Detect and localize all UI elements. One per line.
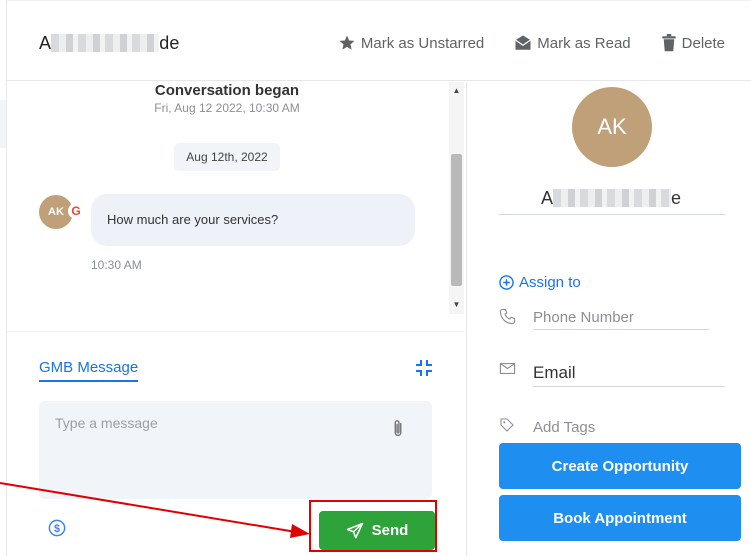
message-composer: GMB Message $ Send xyxy=(7,333,465,556)
assign-to-button[interactable]: Assign to xyxy=(499,274,581,291)
contact-panel-name[interactable]: Ae xyxy=(541,188,681,209)
send-highlight-box: Send xyxy=(309,500,437,552)
message-bubble: How much are your services? xyxy=(91,194,415,246)
phone-field-row xyxy=(499,306,709,330)
mark-unstarred-label: Mark as Unstarred xyxy=(360,34,485,52)
create-opportunity-button[interactable]: Create Opportunity xyxy=(499,443,741,489)
contact-name: Ade xyxy=(39,33,180,54)
assign-to-label: Assign to xyxy=(519,274,581,291)
tag-icon xyxy=(499,415,533,438)
star-icon xyxy=(339,35,355,50)
scroll-up-arrow-icon[interactable]: ▲ xyxy=(449,84,464,98)
phone-icon xyxy=(499,306,533,330)
message-list: Conversation began Fri, Aug 12 2022, 10:… xyxy=(7,82,449,332)
redacted-name-blur xyxy=(51,34,160,52)
header-actions: Mark as Unstarred Mark as Read Delete xyxy=(338,34,725,52)
contact-name-end: de xyxy=(159,33,180,53)
contact-panel-name-end: e xyxy=(671,188,682,208)
name-underline xyxy=(499,214,725,215)
conversation-began-title: Conversation began xyxy=(154,82,300,99)
plus-circle-icon xyxy=(499,275,514,290)
left-panel-strip xyxy=(0,100,6,148)
conversation-began-date: Fri, Aug 12 2022, 10:30 AM xyxy=(154,101,300,115)
svg-text:$: $ xyxy=(54,523,60,535)
phone-number-input[interactable] xyxy=(533,306,709,330)
google-icon: G xyxy=(68,203,84,219)
mark-read-button[interactable]: Mark as Read xyxy=(514,34,631,52)
date-separator: Aug 12th, 2022 xyxy=(174,143,280,171)
email-field-row xyxy=(499,359,725,387)
scroll-thumb[interactable] xyxy=(451,154,462,286)
delete-label: Delete xyxy=(681,34,725,52)
paperclip-icon[interactable] xyxy=(390,419,406,439)
collapse-icon[interactable] xyxy=(415,359,433,377)
chat-area: Conversation began Fri, Aug 12 2022, 10:… xyxy=(7,82,465,332)
contact-panel-name-start: A xyxy=(541,188,554,208)
delete-button[interactable]: Delete xyxy=(661,34,725,52)
scroll-down-arrow-icon[interactable]: ▼ xyxy=(449,298,464,312)
contact-name-start: A xyxy=(39,33,52,53)
contact-panel: AK Ae Assign to Create Opportunity Book … xyxy=(466,82,751,556)
book-appointment-button[interactable]: Book Appointment xyxy=(499,495,741,541)
dollar-icon[interactable]: $ xyxy=(48,519,66,537)
mark-read-label: Mark as Read xyxy=(537,34,631,52)
trash-icon xyxy=(661,34,676,52)
message-time: 10:30 AM xyxy=(91,258,142,272)
redacted-name-blur xyxy=(553,189,672,207)
message-input[interactable] xyxy=(39,401,432,499)
conversation-header: Ade Mark as Unstarred Mark as Read Delet… xyxy=(7,1,751,81)
mark-unstarred-button[interactable]: Mark as Unstarred xyxy=(338,34,484,52)
tags-field-row xyxy=(499,415,703,439)
add-tags-input[interactable] xyxy=(533,415,703,439)
send-label: Send xyxy=(371,522,409,539)
chat-scrollbar[interactable]: ▲ ▼ xyxy=(449,82,464,314)
tab-gmb-message[interactable]: GMB Message xyxy=(39,359,139,382)
email-input[interactable] xyxy=(533,359,725,387)
paper-plane-icon xyxy=(346,522,363,538)
mail-icon xyxy=(499,359,533,381)
envelope-open-icon xyxy=(515,35,532,50)
send-button[interactable]: Send xyxy=(319,511,435,550)
contact-avatar: AK xyxy=(572,87,652,167)
